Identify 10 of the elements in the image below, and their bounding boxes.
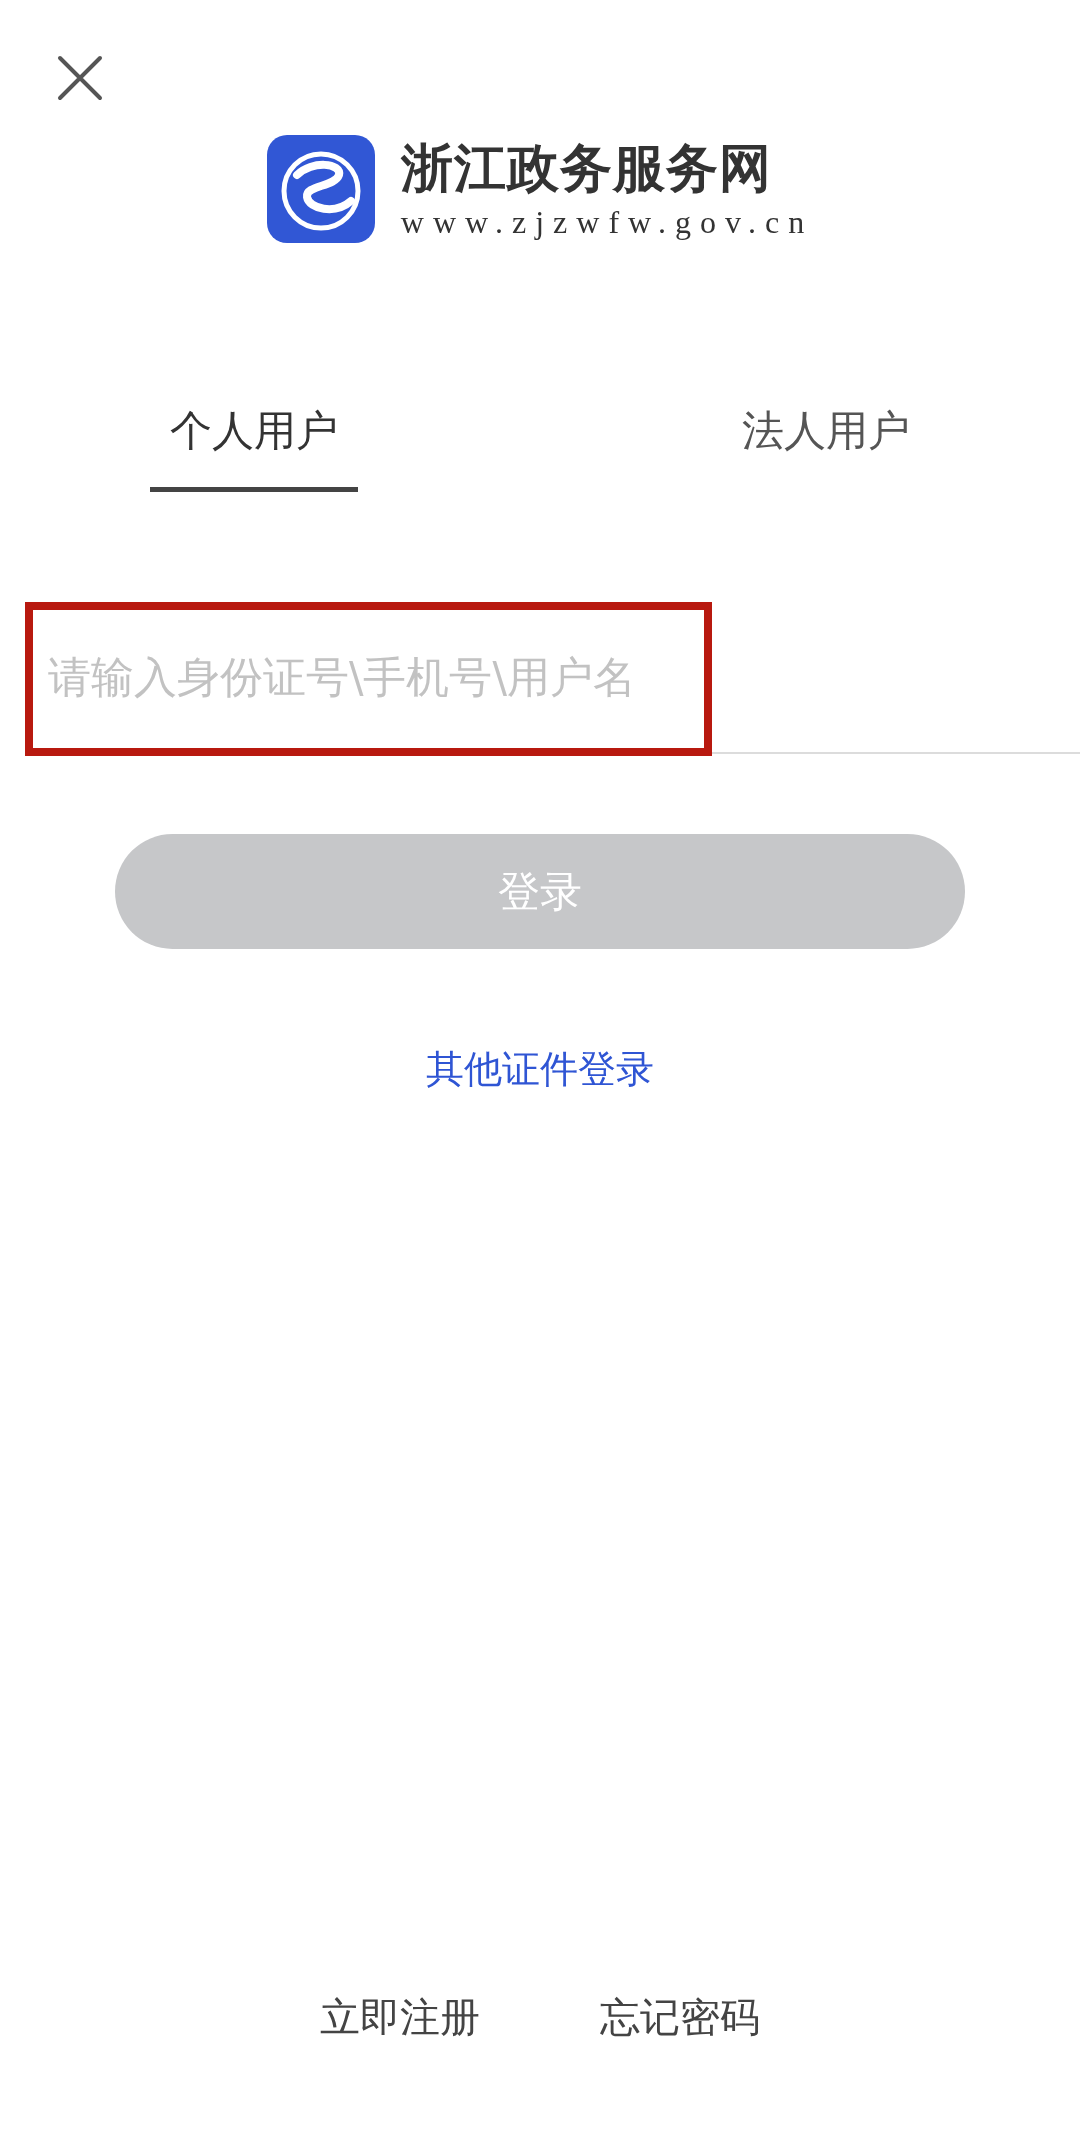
footer-link[interactable]: 忘记密码 xyxy=(600,1990,760,2045)
account-input-field[interactable]: 请输入身份证号\手机号\用户名 xyxy=(45,642,948,712)
user-type-tab[interactable]: 法人用户 xyxy=(722,403,930,492)
logo-icon xyxy=(266,135,375,243)
footer-link[interactable]: 立即注册 xyxy=(320,1990,480,2045)
site-title: 浙江政务服务网 xyxy=(400,137,773,199)
close-icon[interactable] xyxy=(57,55,103,101)
other-id-login-link[interactable]: 其他证件登录 xyxy=(426,1044,654,1095)
user-type-tab[interactable]: 个人用户 xyxy=(150,403,358,492)
site-url: www.zjzwfw.gov.cn xyxy=(400,203,814,241)
